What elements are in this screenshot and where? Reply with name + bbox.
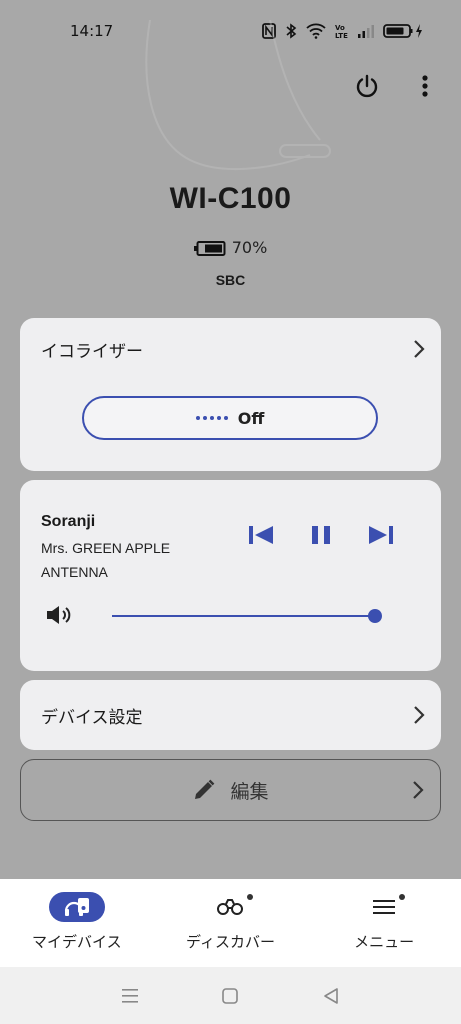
- binoculars-icon: [217, 899, 244, 915]
- nav-label: ディスカバー: [186, 933, 275, 951]
- battery-percent: 70%: [231, 238, 268, 257]
- device-settings-header: デバイス設定: [20, 680, 441, 750]
- back-icon[interactable]: [322, 987, 340, 1005]
- track-album: ANTENNA: [41, 564, 108, 580]
- edit-button[interactable]: 編集: [20, 759, 441, 821]
- bottom-navigation: マイデバイス ディスカバー メニュー: [0, 879, 461, 967]
- more-options-button[interactable]: [409, 70, 441, 102]
- more-vert-icon: [422, 75, 428, 97]
- equalizer-dots-icon: [195, 416, 228, 420]
- notification-dot: [399, 894, 406, 900]
- playback-controls: [248, 524, 394, 546]
- volume-slider-track: [112, 615, 375, 617]
- player-card: Soranji Mrs. GREEN APPLE ANTENNA: [20, 480, 441, 671]
- nav-label: メニュー: [354, 933, 415, 951]
- nav-menu[interactable]: メニュー: [308, 891, 461, 952]
- nav-discover[interactable]: ディスカバー: [154, 891, 307, 952]
- system-navigation-bar: [0, 967, 461, 1024]
- skip-next-icon[interactable]: [368, 524, 394, 546]
- pencil-icon: [195, 779, 215, 799]
- equalizer-header[interactable]: イコライザー: [20, 318, 441, 380]
- codec-label: SBC: [215, 272, 246, 288]
- headphone-illustration: [145, 20, 331, 171]
- volume-slider-thumb[interactable]: [367, 609, 382, 623]
- equalizer-value: Off: [237, 408, 265, 428]
- device-name: WI-C100: [169, 182, 292, 215]
- power-icon: [356, 74, 378, 98]
- chevron-right-icon: [414, 706, 425, 724]
- equalizer-card: イコライザー Off: [20, 318, 441, 471]
- top-actions: [351, 70, 441, 102]
- track-artist: Mrs. GREEN APPLE: [41, 540, 171, 556]
- skip-previous-icon[interactable]: [248, 524, 274, 546]
- battery-charging-icon: [383, 24, 422, 38]
- track-title: Soranji: [41, 513, 96, 530]
- equalizer-title: イコライザー: [41, 341, 143, 362]
- power-button[interactable]: [351, 70, 383, 102]
- battery-status: 70%: [0, 238, 461, 257]
- headphones-device-icon: [64, 898, 89, 916]
- nav-my-device[interactable]: マイデバイス: [0, 891, 153, 952]
- notification-dot: [247, 894, 254, 900]
- nav-active-indicator: [48, 892, 105, 922]
- volume-icon: [47, 606, 71, 624]
- chevron-right-icon: [414, 340, 425, 358]
- home-icon[interactable]: [221, 987, 239, 1005]
- battery-icon: [193, 240, 226, 256]
- equalizer-toggle-button[interactable]: Off: [82, 396, 378, 440]
- pause-icon[interactable]: [310, 524, 332, 546]
- device-settings-title: デバイス設定: [41, 707, 143, 728]
- volume-slider[interactable]: [112, 608, 382, 624]
- device-settings-card[interactable]: デバイス設定: [20, 680, 441, 750]
- edit-label: 編集: [230, 780, 269, 803]
- signal-icon: [358, 25, 374, 38]
- status-time: 14:17: [70, 22, 114, 40]
- nav-label: マイデバイス: [32, 933, 122, 951]
- recent-apps-icon[interactable]: [121, 988, 139, 1004]
- chevron-right-icon: [413, 781, 424, 799]
- menu-icon: [373, 900, 396, 914]
